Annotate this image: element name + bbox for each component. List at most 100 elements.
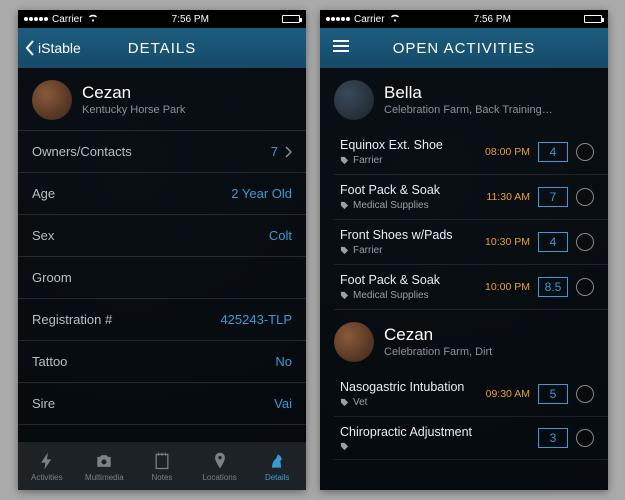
horse-location: Kentucky Horse Park: [82, 104, 185, 117]
activity-title: Foot Pack & Soak: [340, 273, 485, 287]
activity-row[interactable]: Equinox Ext. Shoe Farrier08:00 PM 4: [334, 130, 608, 175]
activity-title: Chiropractic Adjustment: [340, 425, 530, 439]
chevron-right-icon: [284, 146, 292, 158]
activity-list: Nasogastric Intubation Vet09:30 AM 5 Chirop…: [320, 372, 608, 460]
tag-icon: [340, 201, 349, 210]
activity-value[interactable]: 8.5: [538, 277, 568, 297]
activity-list: Equinox Ext. ShoeFarrier08:00 PM4Foot Pa…: [320, 130, 608, 310]
horse-header[interactable]: BellaCelebration Farm, Back Training…: [320, 68, 608, 130]
horse-avatar: [32, 80, 72, 120]
activity-category: Vet: [340, 397, 486, 408]
wifi-icon: [389, 13, 401, 25]
activity-value[interactable]: 3: [538, 428, 568, 448]
detail-value: Colt: [269, 228, 292, 243]
activity-row[interactable]: Foot Pack & Soak Medical Supplies11:30 AM…: [334, 175, 608, 220]
nav-header: OPEN ACTIVITIES: [320, 28, 608, 68]
back-button[interactable]: iStable: [18, 39, 81, 57]
tab-details[interactable]: Details: [248, 442, 306, 490]
phone-details: Carrier 7:56 PM iStable DETAILS Cezan Ke…: [18, 10, 306, 490]
complete-radio[interactable]: [576, 278, 594, 296]
activity-value[interactable]: 4: [538, 142, 568, 162]
status-bar: Carrier 7:56 PM: [320, 10, 608, 28]
horse-avatar: [334, 322, 374, 362]
detail-row: Tattoo No: [18, 341, 306, 383]
horse-header: Cezan Kentucky Horse Park: [18, 68, 306, 130]
detail-label: Groom: [32, 270, 72, 285]
lightning-icon: [36, 451, 58, 471]
complete-radio[interactable]: [576, 143, 594, 161]
horse-name: Cezan: [82, 83, 185, 103]
tag-icon: [340, 398, 349, 407]
horse-name: Cezan: [384, 325, 492, 345]
horse-header[interactable]: CezanCelebration Farm, Dirt: [320, 310, 608, 372]
page-title: DETAILS: [128, 40, 196, 57]
detail-value: 425243-TLP: [220, 312, 292, 327]
tag-icon: [340, 156, 349, 165]
menu-button[interactable]: [320, 39, 350, 58]
detail-label: Age: [32, 186, 55, 201]
back-label: iStable: [38, 40, 81, 56]
activity-title: Nasogastric Intubation: [340, 380, 486, 394]
detail-label: Owners/Contacts: [32, 144, 132, 159]
activity-value[interactable]: 5: [538, 384, 568, 404]
tab-multimedia[interactable]: Multimedia: [76, 442, 134, 490]
complete-radio[interactable]: [576, 233, 594, 251]
tag-icon: [340, 291, 349, 300]
activity-title: Foot Pack & Soak: [340, 183, 486, 197]
activity-row[interactable]: Nasogastric Intubation Vet09:30 AM 5: [334, 372, 608, 417]
complete-radio[interactable]: [576, 385, 594, 403]
horse-avatar: [334, 80, 374, 120]
activities-content[interactable]: BellaCelebration Farm, Back Training…Equ…: [320, 68, 608, 490]
tag-icon: [340, 246, 349, 255]
activity-title: Equinox Ext. Shoe: [340, 138, 485, 152]
activity-category: Farrier: [340, 155, 485, 166]
notes-icon: [151, 451, 173, 471]
activity-time: 10:30 PM: [485, 236, 530, 248]
signal-dots-icon: [24, 17, 48, 21]
activity-row[interactable]: Chiropractic Adjustment 3: [334, 417, 608, 460]
activity-title: Front Shoes w/Pads: [340, 228, 485, 242]
detail-label: Sire: [32, 396, 55, 411]
carrier-label: Carrier: [354, 14, 385, 25]
detail-row: Sex Colt: [18, 215, 306, 257]
wifi-icon: [87, 13, 99, 25]
detail-label: Tattoo: [32, 354, 67, 369]
tab-bar: Activities Multimedia Notes Locations De…: [18, 442, 306, 490]
tab-locations[interactable]: Locations: [191, 442, 249, 490]
detail-row: Groom: [18, 257, 306, 299]
activity-time: 11:30 AM: [486, 191, 530, 203]
detail-row[interactable]: Owners/Contacts 7: [18, 130, 306, 173]
tag-icon: [340, 442, 349, 451]
tab-activities[interactable]: Activities: [18, 442, 76, 490]
activity-row[interactable]: Foot Pack & SoakMedical Supplies10:00 PM…: [334, 265, 608, 310]
activity-value[interactable]: 4: [538, 232, 568, 252]
activity-time: 09:30 AM: [486, 388, 530, 400]
status-time: 7:56 PM: [474, 14, 511, 25]
activity-category: Farrier: [340, 245, 485, 256]
complete-radio[interactable]: [576, 429, 594, 447]
detail-label: Sex: [32, 228, 54, 243]
detail-value: Vai: [274, 396, 292, 411]
tab-notes[interactable]: Notes: [133, 442, 191, 490]
signal-dots-icon: [326, 17, 350, 21]
detail-value: No: [275, 354, 292, 369]
phone-activities: Carrier 7:56 PM OPEN ACTIVITIES BellaCel…: [320, 10, 608, 490]
battery-icon: [584, 15, 602, 23]
activity-category: [340, 442, 530, 451]
activity-category: Medical Supplies: [340, 200, 486, 211]
status-time: 7:56 PM: [172, 14, 209, 25]
horse-name: Bella: [384, 83, 553, 103]
complete-radio[interactable]: [576, 188, 594, 206]
activity-time: 08:00 PM: [485, 146, 530, 158]
details-content: Cezan Kentucky Horse Park Owners/Contact…: [18, 68, 306, 442]
activity-row[interactable]: Front Shoes w/Pads Farrier10:30 PM 4: [334, 220, 608, 265]
detail-value: 2 Year Old: [231, 186, 292, 201]
carrier-label: Carrier: [52, 14, 83, 25]
status-bar: Carrier 7:56 PM: [18, 10, 306, 28]
detail-row: Age 2 Year Old: [18, 173, 306, 215]
activity-value[interactable]: 7: [538, 187, 568, 207]
pin-icon: [209, 451, 231, 471]
nav-header: iStable DETAILS: [18, 28, 306, 68]
chevron-left-icon: [24, 39, 36, 57]
detail-value: 7: [271, 144, 292, 159]
